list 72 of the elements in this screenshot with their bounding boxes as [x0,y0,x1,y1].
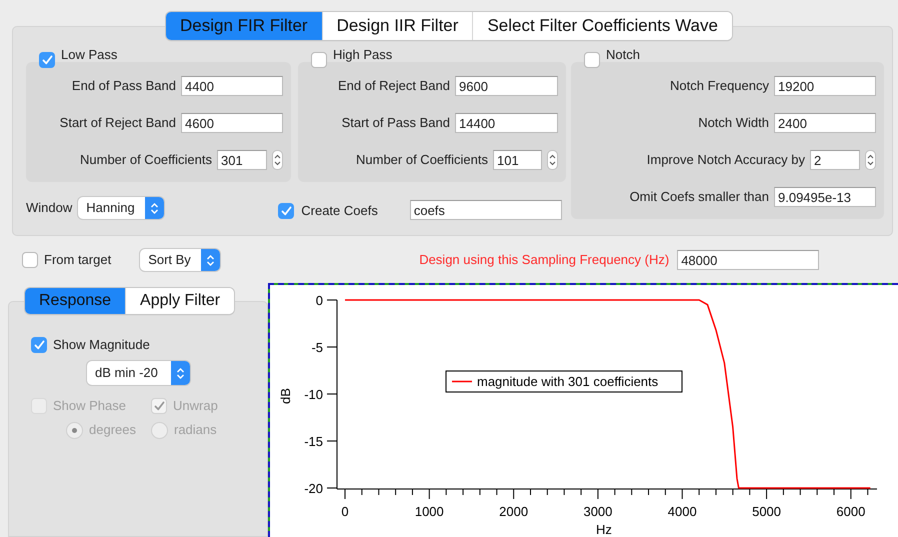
field-label: Window [26,199,72,218]
warning-label: Design using this Sampling Frequency (Hz) [419,251,670,270]
field-label: Number of Coefficients [80,151,212,170]
tab[interactable]: Response [25,288,126,314]
text-field[interactable]: 9.09495e-13 [774,187,876,207]
tick-label: -10 [304,387,323,402]
checkbox[interactable] [31,337,47,353]
name-field[interactable]: coefs [410,200,562,220]
text-field[interactable]: 14400 [455,113,558,133]
number-field[interactable]: 101 [493,150,542,170]
tick-label: 0 [341,504,349,519]
tick-label: -5 [311,340,323,355]
checkbox[interactable] [39,52,55,68]
checkbox-label: Create Coefs [301,202,378,220]
dropdown[interactable]: Sort By [140,249,220,271]
text-field[interactable]: 19200 [774,76,876,96]
field-label: Omit Coefs smaller than [630,188,769,206]
field-label: Notch Frequency [670,77,769,96]
dropdown[interactable]: Hanning [78,197,164,219]
stepper[interactable] [547,150,558,170]
updown-icon [867,153,874,167]
field-label: Number of Coefficients [356,151,488,170]
text-field[interactable]: 2400 [774,113,876,133]
tick-label: 2000 [499,504,528,519]
dropdown[interactable]: dB min -20 [87,361,190,385]
tick-label: 4000 [668,504,697,519]
updown-icon [171,361,190,385]
tab[interactable]: Select Filter Coefficients Wave [472,12,732,40]
field-label: Start of Pass Band [342,114,450,132]
field-label: Notch Width [698,114,769,132]
checkbox[interactable] [278,203,294,219]
legend-label: magnitude with 301 coefficients [477,374,658,389]
tab[interactable]: Design IIR Filter [322,12,472,40]
tick-label: 0 [316,293,323,308]
number-field[interactable]: 2 [810,150,860,170]
tick-label: 1000 [414,504,444,519]
field-label: Improve Notch Accuracy by [646,151,805,170]
checkbox-label: Show Magnitude [53,336,150,354]
axis-title: dB [278,388,293,404]
text-field[interactable]: 4400 [181,76,283,96]
field-label: End of Pass Band [72,77,176,96]
stepper[interactable] [272,150,283,170]
tick-label: 5000 [752,504,782,519]
checkbox[interactable] [22,252,38,268]
checkbox-label: radians [174,421,217,440]
field-label: End of Reject Band [338,77,450,96]
number-field[interactable]: 48000 [677,250,820,270]
updown-icon [274,153,281,167]
checkbox-label: Show Phase [53,397,126,416]
tick-label: 6000 [836,504,866,519]
updown-icon [145,197,164,219]
checkbox[interactable] [311,52,327,68]
tab[interactable]: Design FIR Filter [166,12,322,40]
number-field[interactable]: 301 [217,150,267,170]
field-label: Start of Reject Band [60,114,176,132]
checkbox-label: Notch [606,47,640,62]
tick-label: -15 [304,434,323,449]
updown-icon [549,153,556,167]
axis-title: Hz [596,522,612,537]
stepper[interactable] [865,150,876,170]
tab[interactable]: Apply Filter [125,288,234,314]
checkbox-label: degrees [89,421,136,440]
checkbox-label: From target [44,251,112,270]
checkbox-label: High Pass [333,47,392,62]
checkbox-label: Low Pass [61,47,118,62]
checkbox-label: Unwrap [173,397,218,416]
checkbox[interactable] [584,52,600,68]
text-field[interactable]: 9600 [455,76,558,96]
text-field[interactable]: 4600 [181,113,283,133]
tick-label: 3000 [583,504,612,519]
updown-icon [201,249,220,271]
tick-label: -20 [304,481,323,496]
